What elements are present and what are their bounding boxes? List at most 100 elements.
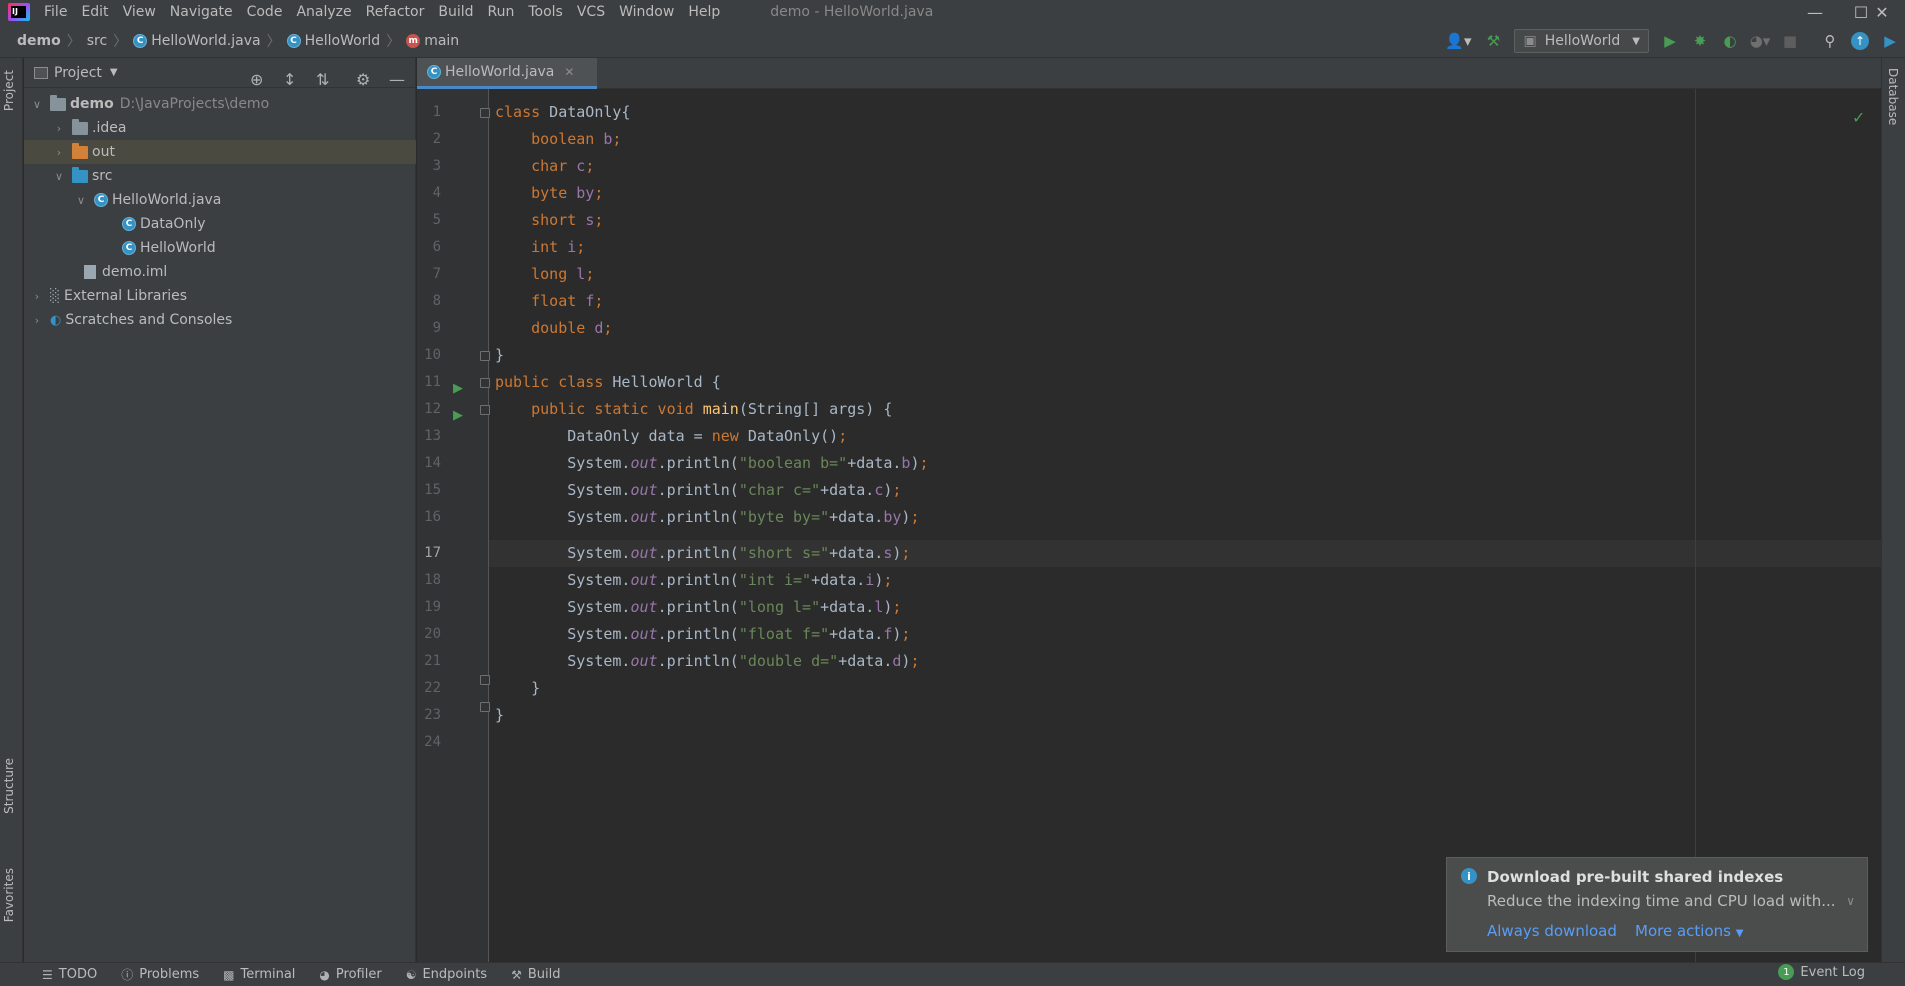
breadcrumb-method[interactable]: main bbox=[424, 33, 459, 49]
event-log-button[interactable]: 1 Event Log bbox=[1778, 964, 1865, 980]
code-line: class DataOnly{ bbox=[495, 103, 631, 121]
run-configuration-select[interactable]: ▣ HelloWorld ▼ bbox=[1514, 29, 1649, 53]
menu-vcs[interactable]: VCS bbox=[577, 4, 605, 20]
debug-icon[interactable]: ✸ bbox=[1687, 28, 1713, 54]
menu-view[interactable]: View bbox=[123, 4, 156, 20]
editor-tab-helloworld-java[interactable]: C HelloWorld.java ✕ bbox=[417, 58, 597, 89]
iml-file-icon bbox=[84, 265, 96, 279]
notification-title: Download pre-built shared indexes bbox=[1487, 868, 1784, 886]
tab-favorites[interactable]: Favorites bbox=[2, 868, 16, 922]
tree-label: .idea bbox=[92, 120, 127, 136]
fold-marker-icon[interactable] bbox=[480, 108, 490, 118]
run-method-gutter-icon[interactable]: ▶ bbox=[453, 408, 463, 423]
no-problems-check-icon[interactable]: ✓ bbox=[1852, 108, 1865, 127]
menu-edit[interactable]: Edit bbox=[81, 4, 108, 20]
chevron-right-icon[interactable]: › bbox=[30, 314, 44, 327]
tree-item-external-libraries[interactable]: › ░ External Libraries bbox=[24, 284, 416, 308]
tree-item-scratches[interactable]: › ◐ Scratches and Consoles bbox=[24, 308, 416, 332]
chevron-down-icon[interactable]: ∨ bbox=[74, 194, 88, 207]
tab-database[interactable]: Database bbox=[1886, 68, 1900, 125]
hide-panel-icon[interactable]: — bbox=[389, 70, 405, 89]
code-line: System.out.println("long l="+data.l); bbox=[495, 598, 902, 616]
tree-item-dataonly[interactable]: C DataOnly bbox=[24, 212, 416, 236]
project-panel: Project ▼ ∨ demo D:\JavaProjects\demo › … bbox=[24, 58, 416, 962]
expand-all-icon[interactable]: ↕ bbox=[283, 70, 296, 89]
line-number: 17 bbox=[424, 545, 441, 561]
always-download-link[interactable]: Always download bbox=[1487, 922, 1617, 940]
breadcrumb-class[interactable]: HelloWorld bbox=[305, 33, 381, 49]
tab-build[interactable]: ⚒ Build bbox=[511, 967, 560, 982]
menu-file[interactable]: File bbox=[44, 4, 67, 20]
tab-project[interactable]: Project bbox=[2, 70, 16, 111]
tab-problems[interactable]: ⓘ Problems bbox=[121, 966, 199, 983]
fold-marker-icon[interactable] bbox=[480, 702, 490, 712]
navigation-bar: demo 〉 src 〉 C HelloWorld.java 〉 C Hello… bbox=[0, 24, 1905, 58]
menu-analyze[interactable]: Analyze bbox=[296, 4, 351, 20]
tree-item-demo-iml[interactable]: demo.iml bbox=[24, 260, 416, 284]
menu-tools[interactable]: Tools bbox=[528, 4, 563, 20]
code-line: System.out.println("float f="+data.f); bbox=[495, 625, 911, 643]
menu-window[interactable]: Window bbox=[619, 4, 674, 20]
search-icon[interactable]: ⚲ bbox=[1817, 28, 1843, 54]
menu-build[interactable]: Build bbox=[438, 4, 473, 20]
menu-run[interactable]: Run bbox=[488, 4, 515, 20]
chevron-right-icon[interactable]: › bbox=[52, 146, 66, 159]
menu-refactor[interactable]: Refactor bbox=[366, 4, 425, 20]
collapse-all-icon[interactable]: ⇅ bbox=[316, 70, 329, 89]
tab-structure[interactable]: Structure bbox=[2, 758, 16, 814]
breadcrumb-project[interactable]: demo bbox=[17, 33, 61, 49]
right-tool-strip: Database bbox=[1881, 58, 1905, 962]
chevron-right-icon[interactable]: › bbox=[52, 122, 66, 135]
line-number: 16 bbox=[424, 509, 441, 525]
tab-terminal[interactable]: ▩ Terminal bbox=[223, 967, 295, 982]
line-number: 2 bbox=[432, 131, 441, 147]
minimize-icon[interactable]: — bbox=[1792, 0, 1838, 24]
menu-code[interactable]: Code bbox=[247, 4, 283, 20]
build-hammer-icon[interactable]: ⚒ bbox=[1480, 28, 1506, 54]
close-window-icon[interactable]: ✕ bbox=[1859, 0, 1905, 24]
chevron-down-icon[interactable]: ∨ bbox=[52, 170, 66, 183]
chevron-right-icon: 〉 bbox=[66, 33, 81, 50]
line-number: 4 bbox=[432, 185, 441, 201]
update-icon[interactable]: ↑ bbox=[1847, 28, 1873, 54]
chevron-down-icon: ▼ bbox=[1632, 35, 1640, 47]
tab-label: TODO bbox=[58, 967, 98, 982]
profile-icon[interactable]: ◕▾ bbox=[1747, 28, 1773, 54]
tree-item-demo[interactable]: ∨ demo D:\JavaProjects\demo bbox=[24, 92, 416, 116]
tab-endpoints[interactable]: ☯ Endpoints bbox=[406, 967, 487, 982]
project-view-select[interactable]: Project bbox=[54, 65, 102, 81]
fold-marker-icon[interactable] bbox=[480, 405, 490, 415]
line-number: 13 bbox=[424, 428, 441, 444]
locate-icon[interactable]: ⊕ bbox=[250, 70, 263, 89]
fold-marker-icon[interactable] bbox=[480, 378, 490, 388]
tree-item-out[interactable]: › out bbox=[24, 140, 416, 164]
fold-marker-icon[interactable] bbox=[480, 351, 490, 361]
line-number: 20 bbox=[424, 626, 441, 642]
tab-profiler[interactable]: ◕ Profiler bbox=[319, 967, 381, 982]
gear-icon[interactable]: ⚙ bbox=[356, 70, 370, 89]
chevron-down-icon[interactable]: ▼ bbox=[110, 67, 118, 78]
tree-item-src[interactable]: ∨ src bbox=[24, 164, 416, 188]
tree-item-helloworld-java[interactable]: ∨ C HelloWorld.java bbox=[24, 188, 416, 212]
tree-item-helloworld[interactable]: C HelloWorld bbox=[24, 236, 416, 260]
tree-item-idea[interactable]: › .idea bbox=[24, 116, 416, 140]
fold-marker-icon[interactable] bbox=[480, 675, 490, 685]
breadcrumb-folder[interactable]: src bbox=[87, 33, 107, 49]
chevron-down-icon[interactable]: ∨ bbox=[1846, 894, 1855, 908]
menu-navigate[interactable]: Navigate bbox=[170, 4, 233, 20]
more-actions-link[interactable]: More actions ▼ bbox=[1635, 922, 1743, 940]
jetbrains-toolbox-icon[interactable]: ▶ bbox=[1877, 28, 1903, 54]
user-icon[interactable]: 👤▾ bbox=[1440, 28, 1476, 54]
close-icon[interactable]: ✕ bbox=[564, 65, 574, 79]
menu-help[interactable]: Help bbox=[688, 4, 720, 20]
class-icon: C bbox=[122, 217, 136, 231]
tree-label: demo.iml bbox=[102, 264, 168, 280]
coverage-icon[interactable]: ◐ bbox=[1717, 28, 1743, 54]
chevron-down-icon[interactable]: ∨ bbox=[30, 98, 44, 111]
breadcrumb-file[interactable]: HelloWorld.java bbox=[151, 33, 260, 49]
chevron-right-icon[interactable]: › bbox=[30, 290, 44, 303]
tab-todo[interactable]: ☰ TODO bbox=[42, 967, 97, 982]
stop-icon[interactable]: ■ bbox=[1777, 28, 1803, 54]
run-class-gutter-icon[interactable]: ▶ bbox=[453, 381, 463, 396]
run-icon[interactable]: ▶ bbox=[1657, 28, 1683, 54]
